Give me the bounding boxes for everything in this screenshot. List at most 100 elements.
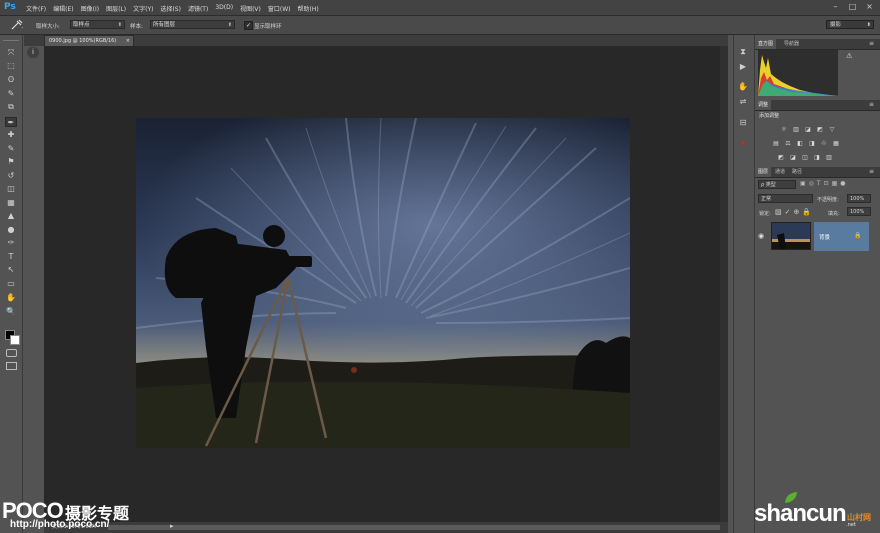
tab-paths[interactable]: 路径 xyxy=(789,167,805,177)
adjustment-preset-icon[interactable]: ▽ xyxy=(828,126,836,133)
document-image[interactable] xyxy=(136,118,630,448)
menu-help[interactable]: 帮助(H) xyxy=(298,4,319,13)
close-red-icon[interactable]: ✕ xyxy=(737,139,749,149)
sample-size-value: 取样点 xyxy=(73,22,90,28)
tab-layers[interactable]: 图层 xyxy=(755,167,772,177)
layer-kind-value: ρ 类型 xyxy=(761,182,776,188)
lasso-tool-icon[interactable]: ʘ xyxy=(5,75,17,85)
plugin-icon[interactable]: ⊟ xyxy=(737,118,749,128)
clone-stamp-icon[interactable]: ⚑ xyxy=(5,157,17,167)
adjustment-preset-icon[interactable]: ◩ xyxy=(777,154,785,161)
history-icon[interactable]: ⧗ xyxy=(737,47,749,57)
adjustment-preset-icon[interactable]: ◧ xyxy=(796,140,804,147)
crop-icon[interactable]: ⧉ xyxy=(5,102,17,112)
hand-tool-icon[interactable]: ✋ xyxy=(737,82,749,92)
maximize-button[interactable]: □ xyxy=(848,2,857,11)
type-icon[interactable]: T xyxy=(5,252,17,262)
move-tool-icon[interactable]: ⤧ xyxy=(5,48,17,58)
adjustment-preset-icon[interactable]: ◫ xyxy=(801,154,809,161)
eraser-icon[interactable]: ◫ xyxy=(5,184,17,194)
adjustment-preset-icon[interactable]: ☼ xyxy=(780,126,788,133)
adjustment-preset-icon[interactable]: ◪ xyxy=(789,154,797,161)
status-menu-arrow-icon[interactable]: ▸ xyxy=(170,522,174,530)
marquee-tool-icon[interactable]: ⬚ xyxy=(5,61,17,71)
path-select-icon[interactable]: ↖ xyxy=(5,265,17,275)
tool-preset-picker[interactable] xyxy=(10,19,24,30)
tab-channels[interactable]: 通道 xyxy=(772,167,788,177)
quick-mask-icon[interactable] xyxy=(6,349,17,357)
scrollbar-thumb[interactable] xyxy=(108,525,720,530)
fill-field[interactable]: 100% xyxy=(847,207,871,216)
layer-kind-filter[interactable]: ρ 类型 xyxy=(758,180,796,189)
sample-size-select[interactable]: 取样点 ⬍ xyxy=(70,20,125,29)
visibility-eye-icon[interactable]: ◉ xyxy=(758,232,764,240)
blend-mode-select[interactable]: 正常 xyxy=(758,194,813,203)
workspace-switcher[interactable]: 摄影 ⬍ xyxy=(826,20,874,29)
menu-file[interactable]: 文件(F) xyxy=(26,4,46,13)
history-brush-icon[interactable]: ↺ xyxy=(5,171,17,181)
panel-menu-icon[interactable]: ≡ xyxy=(869,167,874,177)
eyedropper-icon[interactable]: ✒ xyxy=(5,117,17,127)
rectangle-icon[interactable]: ▭ xyxy=(5,279,17,289)
screen-mode-icon[interactable] xyxy=(6,362,17,370)
brush-icon[interactable]: ✎ xyxy=(5,144,17,154)
close-button[interactable]: × xyxy=(865,2,874,11)
menu-window[interactable]: 窗口(W) xyxy=(268,4,291,13)
opacity-field[interactable]: 100% xyxy=(847,194,871,203)
sample-label: 样本: xyxy=(130,24,143,30)
menu-type[interactable]: 文字(Y) xyxy=(133,4,153,13)
show-ring-checkbox[interactable]: ✓ xyxy=(244,21,253,30)
adjustment-preset-icon[interactable]: ◨ xyxy=(808,140,816,147)
layer-filter-icons[interactable]: ▣◎T⊡▦● xyxy=(800,180,849,187)
document-tab[interactable]: 0900.jpg @ 100%(RGB/16) × xyxy=(44,35,134,46)
layer-name[interactable]: 背景 xyxy=(819,233,830,241)
cache-warning-icon[interactable]: ⚠ xyxy=(846,52,852,60)
background-color-swatch[interactable] xyxy=(10,335,20,345)
adjustment-preset-icon[interactable]: ◩ xyxy=(816,126,824,133)
adjustment-preset-icon[interactable]: ♲ xyxy=(820,140,828,147)
panel-menu-icon[interactable]: ≡ xyxy=(869,100,874,110)
poco-url: http://photo.poco.cn/ xyxy=(10,519,110,530)
zoom-icon[interactable]: 🔍 xyxy=(5,307,17,317)
adjustment-preset-icon[interactable]: ◨ xyxy=(813,154,821,161)
adjustment-preset-icon[interactable]: ◪ xyxy=(804,126,812,133)
tab-histogram[interactable]: 直方图 xyxy=(755,39,777,49)
minimize-button[interactable]: – xyxy=(831,2,840,11)
blur-icon[interactable]: ▲ xyxy=(5,211,17,221)
gradient-icon[interactable]: ▦ xyxy=(5,198,17,208)
lock-icons[interactable]: ▨✓⊕🔒 xyxy=(775,208,814,216)
adjustment-preset-icon[interactable]: ▦ xyxy=(832,140,840,147)
vertical-scrollbar[interactable] xyxy=(720,46,728,522)
panel-grip[interactable] xyxy=(3,40,19,44)
play-icon[interactable]: ▶ xyxy=(737,62,749,72)
adjustment-preset-icon[interactable]: ⚖ xyxy=(784,140,792,147)
menu-image[interactable]: 图像(I) xyxy=(81,4,99,13)
tab-adjustments[interactable]: 调整 xyxy=(755,100,772,110)
opacity-label: 不透明度: xyxy=(817,197,839,203)
adjustment-preset-icon[interactable]: ▥ xyxy=(792,126,800,133)
fill-label: 填充: xyxy=(828,211,840,217)
quick-select-icon[interactable]: ✎ xyxy=(5,89,17,99)
adjustment-preset-icon[interactable]: ▤ xyxy=(772,140,780,147)
layer-thumbnail xyxy=(771,222,811,250)
pen-icon[interactable]: ✑ xyxy=(5,238,17,248)
tab-navigator[interactable]: 导航器 xyxy=(781,39,802,49)
show-ring-label: 显示取样环 xyxy=(254,24,282,30)
healing-brush-icon[interactable]: ✚ xyxy=(5,130,17,140)
hand-icon[interactable]: ✋ xyxy=(5,293,17,303)
close-tab-icon[interactable]: × xyxy=(126,36,130,46)
chevron-down-icon: ⬍ xyxy=(227,22,232,28)
adjust-icon[interactable]: ⇌ xyxy=(737,97,749,107)
menu-layer[interactable]: 图层(L) xyxy=(106,4,126,13)
menu-view[interactable]: 视图(V) xyxy=(240,4,261,13)
menu-3d[interactable]: 3D(D) xyxy=(215,4,233,13)
panel-menu-icon[interactable]: ≡ xyxy=(869,39,874,49)
horizontal-scrollbar[interactable] xyxy=(44,522,728,533)
dodge-icon[interactable]: ● xyxy=(5,225,17,235)
menu-select[interactable]: 选择(S) xyxy=(160,4,181,13)
menu-filter[interactable]: 滤镜(T) xyxy=(188,4,208,13)
sample-select[interactable]: 所有图层 ⬍ xyxy=(150,20,235,29)
adjustment-preset-icon[interactable]: ▥ xyxy=(825,154,833,161)
info-panel-icon[interactable]: i xyxy=(27,47,39,58)
menu-edit[interactable]: 编辑(E) xyxy=(53,4,73,13)
